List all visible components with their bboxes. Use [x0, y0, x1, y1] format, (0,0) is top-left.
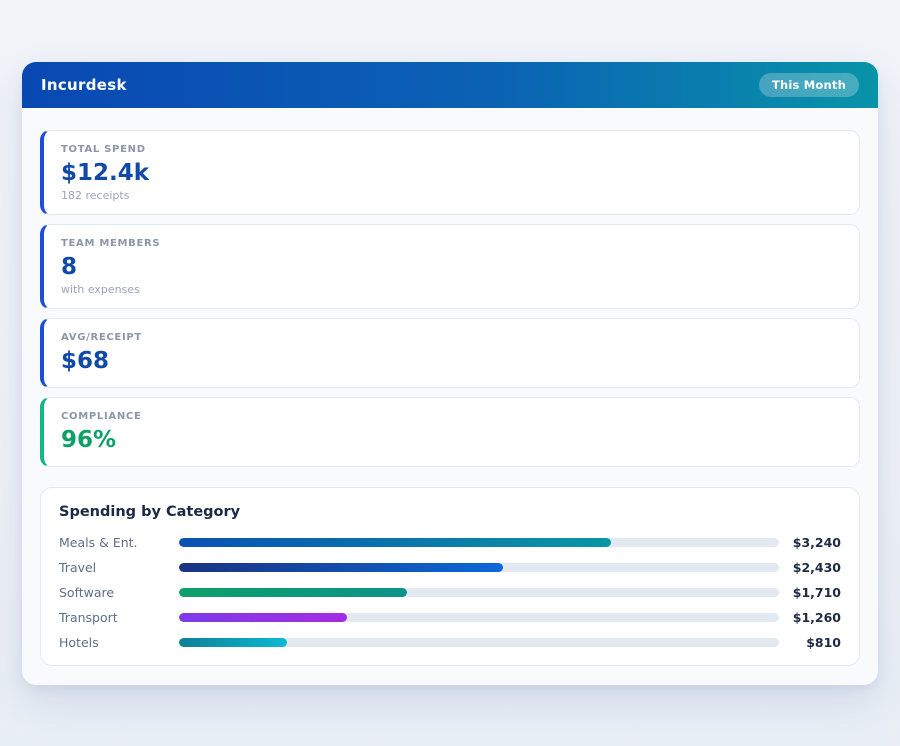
stat-value: 96% — [61, 427, 842, 454]
app-title: Incurdesk — [41, 76, 127, 94]
stat-value: $68 — [61, 348, 842, 375]
stat-card-total-spend: TOTAL SPEND $12.4k 182 receipts — [40, 130, 860, 215]
chart-row-transport: Transport $1,260 — [59, 610, 841, 624]
category-value: $2,430 — [779, 560, 841, 575]
dashboard-body: TOTAL SPEND $12.4k 182 receipts TEAM MEM… — [22, 108, 878, 685]
category-value: $810 — [779, 635, 841, 650]
category-label: Travel — [59, 560, 179, 575]
stat-value: 8 — [61, 254, 842, 281]
category-label: Meals & Ent. — [59, 535, 179, 550]
stat-label: COMPLIANCE — [61, 411, 842, 422]
bar-track — [179, 588, 779, 597]
bar-fill — [179, 638, 287, 647]
chart-row-meals: Meals & Ent. $3,240 — [59, 535, 841, 549]
stat-card-team-members: TEAM MEMBERS 8 with expenses — [40, 224, 860, 309]
stat-label: TEAM MEMBERS — [61, 238, 842, 249]
stat-subtitle: 182 receipts — [61, 189, 842, 202]
spending-by-category-card: Spending by Category Meals & Ent. $3,240… — [40, 487, 860, 666]
bar-fill — [179, 538, 611, 547]
stat-label: TOTAL SPEND — [61, 144, 842, 155]
chart-title: Spending by Category — [59, 504, 841, 520]
stat-card-compliance: COMPLIANCE 96% — [40, 397, 860, 467]
app-header: Incurdesk This Month — [22, 62, 878, 108]
chart-row-hotels: Hotels $810 — [59, 635, 841, 649]
bar-track — [179, 638, 779, 647]
category-value: $1,260 — [779, 610, 841, 625]
category-label: Hotels — [59, 635, 179, 650]
category-label: Transport — [59, 610, 179, 625]
chart-row-travel: Travel $2,430 — [59, 560, 841, 574]
bar-track — [179, 563, 779, 572]
bar-track — [179, 613, 779, 622]
stat-value: $12.4k — [61, 160, 842, 187]
chart-row-software: Software $1,710 — [59, 585, 841, 599]
bar-track — [179, 538, 779, 547]
stat-subtitle: with expenses — [61, 283, 842, 296]
stat-card-avg-receipt: AVG/RECEIPT $68 — [40, 318, 860, 388]
period-badge[interactable]: This Month — [759, 73, 859, 97]
bar-fill — [179, 613, 347, 622]
bar-fill — [179, 588, 407, 597]
bar-fill — [179, 563, 503, 572]
category-value: $3,240 — [779, 535, 841, 550]
category-label: Software — [59, 585, 179, 600]
dashboard-card: Incurdesk This Month TOTAL SPEND $12.4k … — [22, 62, 878, 685]
category-value: $1,710 — [779, 585, 841, 600]
stat-label: AVG/RECEIPT — [61, 332, 842, 343]
